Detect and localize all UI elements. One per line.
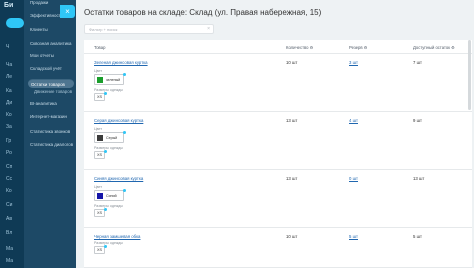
rail-item[interactable]: Кo [6, 112, 12, 118]
rail-item[interactable]: Си [6, 202, 12, 208]
quantity-cell: 10 шт [286, 60, 298, 65]
edit-dot-icon [104, 150, 107, 153]
reserve-link[interactable]: 3 шт [349, 60, 358, 65]
close-icon[interactable]: × [60, 5, 75, 18]
available-cell: 9 шт [413, 118, 422, 123]
product-name-link[interactable]: Серая джинсовая куртка [94, 118, 143, 123]
menu-item[interactable]: Эффективность [30, 13, 63, 18]
edit-dot-icon [123, 73, 126, 76]
rail-item[interactable]: Вл [6, 230, 12, 236]
available-cell: 13 шт [413, 176, 425, 181]
page-title: Остатки товаров на складе: Склад (ул. Пр… [84, 8, 322, 17]
table-row: Синяя джинсовая куртка Цвет Синий Размеры о… [84, 170, 472, 228]
scrollbar[interactable] [468, 40, 471, 110]
edit-dot-icon [104, 245, 107, 248]
search-placeholder: Фильтр + поиск [89, 27, 118, 32]
rail-item[interactable]: За [6, 124, 12, 130]
color-swatch [97, 77, 103, 83]
available-cell: 5 шт [413, 234, 422, 239]
menu-item[interactable]: Сквозная аналитика [30, 41, 72, 46]
rail-item[interactable]: Ле [6, 74, 12, 80]
rail-item[interactable]: Ма [6, 246, 13, 252]
rail-item[interactable]: Ч [6, 44, 9, 50]
edit-dot-icon [104, 208, 107, 211]
size-label: Размеры одежды [94, 88, 123, 92]
size-label: Размеры одежды [94, 241, 123, 245]
color-label: Цвет [94, 69, 103, 73]
rail-active-chip[interactable] [6, 18, 24, 28]
crm-submenu: Продажи Эффективность Клиенты Сквозная анал… [24, 0, 76, 268]
color-field[interactable]: Серый [94, 132, 124, 143]
menu-item[interactable]: Продажи [30, 0, 48, 5]
rail-item[interactable]: Ка [6, 88, 12, 94]
col-available[interactable]: Доступный остаток ⚙ [413, 45, 455, 50]
stock-slider-panel: Остатки товаров на складе: Склад (ул. Пр… [76, 0, 474, 268]
rail-item[interactable]: Ди [6, 100, 12, 106]
grid-header: Товар Количество ⚙ Резерв ⚙ Доступный ос… [84, 40, 472, 54]
menu-item[interactable]: Мои отчеты [30, 53, 54, 58]
stock-grid: Товар Количество ⚙ Резерв ⚙ Доступный ос… [84, 40, 472, 268]
quantity-cell: 10 шт [286, 234, 298, 239]
rail-item[interactable]: Ав [6, 216, 12, 222]
size-label: Размеры одежды [94, 146, 123, 150]
color-field[interactable]: Синий [94, 190, 124, 201]
color-name: Серый [106, 136, 118, 140]
product-name-link[interactable]: Синяя джинсовая куртка [94, 176, 143, 181]
clear-filter-icon[interactable]: × [207, 25, 210, 34]
color-name: зеленый [106, 78, 121, 82]
rail-item[interactable]: Ко [6, 188, 12, 194]
search-input[interactable]: Фильтр + поиск × [84, 24, 214, 34]
color-name: Синий [106, 194, 117, 198]
edit-dot-icon [123, 189, 126, 192]
quantity-cell: 13 шт [286, 176, 298, 181]
edit-dot-icon [123, 131, 126, 134]
color-swatch [97, 193, 103, 199]
col-product[interactable]: Товар [94, 45, 105, 50]
reserve-link[interactable]: 0 шт [349, 176, 358, 181]
rail-item[interactable]: Сс [6, 176, 12, 182]
menu-item[interactable]: Движение товаров [34, 89, 72, 94]
product-name-link[interactable]: Черная замшевая обка [94, 234, 140, 239]
quantity-cell: 13 шт [286, 118, 298, 123]
rail-item[interactable]: Ро [6, 150, 12, 156]
col-reserve[interactable]: Резерв ⚙ [349, 45, 368, 50]
menu-item[interactable]: Складской учёт [30, 66, 62, 71]
size-label: Размеры одежды [94, 204, 123, 208]
menu-item[interactable]: Статистика диалогов [30, 142, 73, 147]
menu-item[interactable]: Интернет-магазин [30, 114, 67, 119]
rail-item[interactable]: Гр [6, 138, 11, 144]
color-label: Цвет [94, 185, 103, 189]
rail-item[interactable]: Ма [6, 258, 13, 264]
table-row: Зеленая джинсовая куртка Цвет зеленый Разме… [84, 54, 472, 112]
edit-dot-icon [104, 92, 107, 95]
col-quantity[interactable]: Количество ⚙ [286, 45, 313, 50]
rail-item[interactable]: Сп [6, 164, 12, 170]
color-field[interactable]: зеленый [94, 74, 124, 85]
app-logo: Би [4, 2, 14, 9]
available-cell: 7 шт [413, 60, 422, 65]
reserve-link[interactable]: 4 шт [349, 118, 358, 123]
table-row: Черная замшевая обка Размеры одежды XS 10 ш… [84, 228, 472, 268]
color-label: Цвет [94, 127, 103, 131]
color-swatch [97, 135, 103, 141]
reserve-link[interactable]: 5 шт [349, 234, 358, 239]
menu-item[interactable]: BI-аналитика [30, 101, 57, 106]
rail-item[interactable]: Ча [6, 62, 12, 68]
product-name-link[interactable]: Зеленая джинсовая куртка [94, 60, 148, 65]
menu-item[interactable]: Статистика звонков [30, 129, 70, 134]
menu-item[interactable]: Остатки товаров [28, 79, 74, 88]
menu-item[interactable]: Клиенты [30, 27, 48, 32]
table-row: Серая джинсовая куртка Цвет Серый Размеры о… [84, 112, 472, 170]
